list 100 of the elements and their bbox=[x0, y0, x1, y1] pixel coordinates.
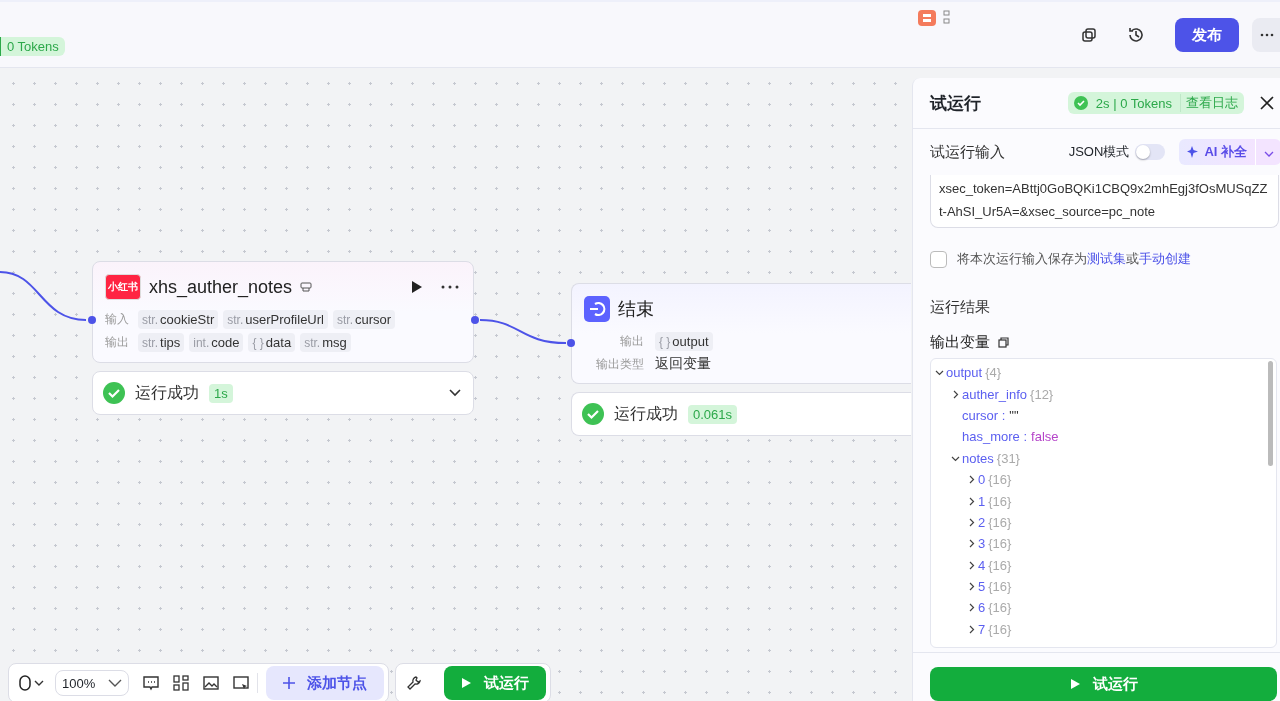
checkbox[interactable] bbox=[930, 250, 947, 268]
save-option-text: 将本次运行输入保存为测试集或手动创建 bbox=[957, 250, 1191, 268]
caret-icon[interactable] bbox=[967, 517, 976, 527]
play-icon bbox=[461, 677, 472, 689]
publish-button[interactable]: 发布 bbox=[1175, 18, 1239, 52]
variable-tag: { }data bbox=[248, 333, 296, 352]
zoom-select[interactable]: 100% bbox=[55, 670, 129, 696]
play-icon[interactable] bbox=[411, 280, 423, 294]
tree-key: auther_info bbox=[962, 386, 1028, 402]
port-dot[interactable] bbox=[471, 316, 479, 324]
app-logo: 小红书 bbox=[105, 274, 141, 300]
item-count: {16} bbox=[988, 579, 1012, 595]
close-icon[interactable] bbox=[1260, 96, 1274, 110]
field-value: 返回变量 bbox=[655, 355, 711, 373]
more-icon[interactable] bbox=[441, 285, 459, 289]
item-count: {16} bbox=[988, 536, 1012, 552]
input-field[interactable]: xsec_token=ABttj0GoBQKi1CBQ9x2mhEgj3fOsMUSqZZt-AhSI_Ur5A=&xsec_source=pc_note bbox=[930, 175, 1279, 228]
section-title: 试运行输入 bbox=[930, 142, 1005, 162]
caret-icon[interactable] bbox=[967, 624, 976, 634]
more-icon bbox=[1260, 33, 1274, 37]
caret-icon[interactable] bbox=[967, 496, 976, 506]
variable-tag: str.cookieStr bbox=[138, 310, 219, 329]
sparkle-icon bbox=[1187, 146, 1200, 158]
item-count: {16} bbox=[988, 472, 1012, 488]
variable-tag: { }output bbox=[655, 332, 713, 351]
tree-value: "" bbox=[1009, 407, 1019, 423]
run-button[interactable]: 试运行 bbox=[930, 667, 1277, 701]
copy-icon[interactable] bbox=[1081, 27, 1097, 43]
grid-icon[interactable] bbox=[173, 675, 189, 691]
caret-icon[interactable] bbox=[967, 603, 976, 613]
item-count: {16} bbox=[988, 514, 1012, 530]
tree-key: 2 bbox=[978, 514, 986, 530]
field-label: 输出 bbox=[105, 334, 130, 351]
status-bar[interactable]: 运行成功 1s bbox=[92, 371, 474, 415]
caret-icon[interactable] bbox=[967, 560, 976, 570]
token-badge: 0 Tokens bbox=[0, 37, 65, 56]
json-mode-toggle[interactable] bbox=[1135, 144, 1166, 160]
wrench-icon[interactable] bbox=[406, 675, 422, 691]
copy-icon[interactable] bbox=[998, 337, 1009, 348]
field-label: 输出 bbox=[619, 333, 644, 350]
manual-create-link[interactable]: 手动创建 bbox=[1139, 251, 1191, 266]
test-set-link[interactable]: 测试集 bbox=[1087, 251, 1126, 266]
tree-key: 6 bbox=[978, 600, 986, 616]
plugin-icon bbox=[300, 281, 313, 293]
output-variables-label: 输出变量 bbox=[930, 333, 990, 352]
variable-tag: str.msg bbox=[300, 333, 351, 352]
variable-tag: str.tips bbox=[138, 333, 185, 352]
port-dot[interactable] bbox=[567, 339, 575, 347]
tree-key: cursor : bbox=[962, 407, 1006, 423]
item-count: {16} bbox=[988, 600, 1012, 616]
node-card[interactable]: 小红书 xhs_auther_notes 输入 str.cookieStr str.userProfileUrl str.cursor 输出 str.tips int.code { }data str.msg bbox=[92, 261, 474, 363]
item-count: {16} bbox=[988, 493, 1012, 509]
json-mode-label: JSON模式 bbox=[1068, 143, 1130, 161]
caret-icon[interactable] bbox=[967, 475, 976, 485]
tree-key: notes bbox=[962, 450, 994, 466]
run-button[interactable]: 试运行 bbox=[444, 666, 546, 700]
tree-key: 0 bbox=[978, 472, 986, 488]
ai-complete-button[interactable]: AI 补全 bbox=[1179, 139, 1255, 165]
time-badge: 1s bbox=[209, 383, 233, 403]
chevron-icon bbox=[1263, 150, 1274, 157]
node-card[interactable]: 结束 输出 { }output 输出类型 返回变量 bbox=[571, 283, 911, 384]
tree-key: 1 bbox=[978, 493, 986, 509]
tree-key: 3 bbox=[978, 536, 986, 552]
status-bar[interactable]: 运行成功 0.061s bbox=[571, 392, 911, 436]
plus-icon bbox=[283, 677, 295, 689]
cursor-icon[interactable] bbox=[233, 675, 249, 691]
caret-icon[interactable] bbox=[967, 539, 976, 549]
tree-value: false bbox=[1031, 429, 1059, 445]
field-label: 输出类型 bbox=[595, 355, 644, 373]
caret-icon[interactable] bbox=[951, 389, 960, 399]
comment-icon[interactable] bbox=[143, 675, 159, 691]
time-badge: 0.061s bbox=[688, 404, 738, 424]
scrollbar[interactable] bbox=[1268, 361, 1273, 466]
item-count: {16} bbox=[988, 557, 1012, 573]
mouse-icon[interactable] bbox=[19, 675, 45, 691]
variable-tag: str.userProfileUrl bbox=[223, 310, 328, 329]
status-text: 运行成功 bbox=[135, 382, 199, 403]
node-title: 结束 bbox=[618, 298, 654, 321]
section-title: 运行结果 bbox=[930, 298, 991, 317]
panel-title: 试运行 bbox=[930, 92, 981, 115]
item-count: {16} bbox=[988, 621, 1012, 637]
success-icon bbox=[1073, 96, 1088, 110]
chevron-icon bbox=[108, 679, 122, 687]
history-icon[interactable] bbox=[1127, 26, 1145, 44]
variable-tag: str.cursor bbox=[333, 310, 396, 329]
variable-tag: int.code bbox=[189, 333, 244, 352]
run-stats: 2s | 0 Tokens bbox=[1095, 95, 1172, 111]
port-dot[interactable] bbox=[88, 316, 96, 324]
status-text: 运行成功 bbox=[614, 403, 678, 424]
chevron-icon[interactable] bbox=[449, 389, 461, 397]
caret-icon[interactable] bbox=[935, 368, 944, 378]
item-count: {12} bbox=[1030, 386, 1054, 402]
item-count: {31} bbox=[996, 450, 1020, 466]
add-node-button[interactable]: 添加节点 bbox=[266, 666, 384, 700]
tree-key: 4 bbox=[978, 557, 986, 573]
image-icon[interactable] bbox=[203, 675, 219, 691]
success-icon bbox=[582, 403, 604, 425]
caret-icon[interactable] bbox=[967, 582, 976, 592]
tree-key: has_more : bbox=[962, 429, 1028, 445]
tree-key: 5 bbox=[978, 579, 986, 595]
